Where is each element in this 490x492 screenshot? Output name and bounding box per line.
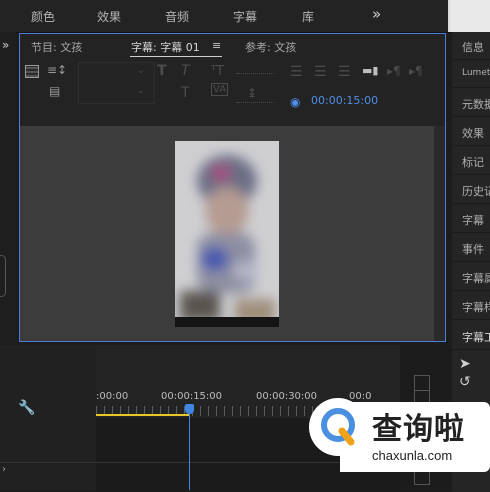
sync-timecode-icon[interactable]: ◉ [290,95,300,109]
workspace-tab-color[interactable]: 颜色 [31,8,55,25]
panel-title-styles[interactable]: 字幕样式 [452,292,490,320]
left-panel-strip [0,32,16,344]
workspace-tab-effects[interactable]: 效果 [97,8,121,25]
left-edge-handle-icon[interactable] [0,255,6,297]
active-tab-underline [130,56,222,57]
ruler-label: :00:00 [96,391,129,402]
underline-icon[interactable]: T [181,85,190,101]
panel-captions[interactable]: 字幕 [452,205,490,233]
workspace-tab-libraries[interactable]: 库 [302,8,314,25]
panel-lumetri[interactable]: Lumetri [452,60,490,88]
template-style-icon[interactable]: ▤ [49,84,60,98]
watermark-logo [309,398,367,456]
expand-left-icon[interactable]: » [2,38,9,52]
timeline-header-area [0,345,95,490]
tab-title-editor[interactable]: 字幕: 字幕 01 [131,39,200,55]
tab-stops-icon[interactable]: ▬▮ [362,64,378,77]
tab-program[interactable]: 节目: 文孩 [31,39,82,55]
align-right-icon[interactable]: ☰ [338,64,351,80]
chevron-down-icon: ⌄ [137,66,145,76]
leading-icon[interactable]: ↨ [247,86,257,100]
wrench-icon[interactable]: 🔧 [18,400,35,416]
tab-reference[interactable]: 参考: 文孩 [245,39,296,55]
search-magnifier-icon [321,408,355,446]
show-background-video-icon[interactable]: ▸¶ [387,64,401,78]
leading-field[interactable] [236,102,274,103]
title-from-template-icon[interactable] [25,65,39,78]
ruler-label: 00:00:15:00 [161,391,223,402]
panel-effects[interactable]: 效果 [452,118,490,146]
font-size-field[interactable] [236,73,274,74]
panel-history[interactable]: 历史记录 [452,176,490,204]
canvas-scrollbar[interactable] [434,126,445,341]
audio-meter-divider [414,390,430,391]
playhead-line[interactable] [189,414,190,490]
selection-tool-icon[interactable]: ➤ [459,356,471,372]
topbar-blank-area [450,0,490,32]
ruler-label: 00:00:30:00 [256,391,318,402]
panel-tab-row [20,34,445,58]
background-timecode[interactable]: 00:00:15:00 [311,94,378,107]
blurred-video-image [175,141,279,327]
watermark-title: 查询啦 [372,412,465,447]
workspace-overflow-button[interactable]: » [372,5,381,23]
rotation-tool-icon[interactable]: ↺ [459,374,471,390]
workspace-tab-captions[interactable]: 字幕 [233,8,257,25]
panel-title-tools[interactable]: 字幕工具 [452,322,490,350]
font-size-icon[interactable]: ᵀT [211,64,224,79]
panel-info[interactable]: 信息 [452,32,490,60]
expand-track-icon[interactable]: › [2,464,6,475]
italic-icon[interactable]: T [181,63,190,79]
chevron-down-icon: ⌄ [137,86,145,96]
panel-title-properties[interactable]: 字幕属性 [452,263,490,291]
background-video-frame [175,141,279,327]
tab-menu-icon[interactable]: ≡ [212,39,221,52]
align-left-icon[interactable]: ☰ [290,64,303,80]
kerning-icon[interactable]: VA [211,83,229,96]
in-out-range-bar[interactable] [96,414,190,416]
panel-metadata[interactable]: 元数据 [452,89,490,117]
show-safe-area-icon[interactable]: ▸¶ [409,64,423,78]
workspace-tab-audio[interactable]: 音频 [165,8,189,25]
roll-crawl-options-icon[interactable]: ≡↕ [47,63,67,77]
playhead-handle[interactable] [185,404,194,414]
watermark-url: chaxunla.com [372,448,453,463]
align-center-icon[interactable]: ☰ [314,64,327,80]
panel-events[interactable]: 事件 [452,234,490,262]
bold-icon[interactable]: T [157,63,167,79]
panel-markers[interactable]: 标记 [452,147,490,175]
